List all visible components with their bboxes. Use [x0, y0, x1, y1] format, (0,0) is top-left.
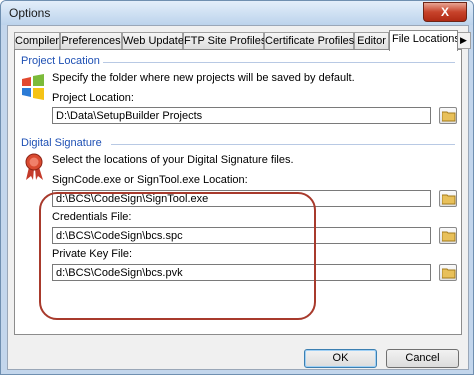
tab-web-update[interactable]: Web Update [122, 32, 184, 50]
ok-button[interactable]: OK [304, 349, 377, 368]
project-location-browse-button[interactable] [439, 107, 457, 124]
section-divider [111, 144, 455, 145]
file-locations-panel: Project Location Specify the folder wher… [14, 49, 462, 335]
credentials-file-input[interactable]: d:\BCS\CodeSign\bcs.spc [52, 227, 431, 244]
project-location-label: Project Location: [52, 92, 134, 104]
tab-ftp-site-profiles[interactable]: FTP Site Profiles [183, 32, 266, 50]
digital-signature-section-title: Digital Signature [21, 137, 102, 149]
cancel-button[interactable]: Cancel [386, 349, 459, 368]
dialog-client-area: Compiler Preferences Web Update FTP Site… [7, 25, 471, 370]
project-location-description: Specify the folder where new projects wi… [52, 72, 355, 84]
private-key-file-browse-button[interactable] [439, 264, 457, 281]
project-location-input[interactable]: D:\Data\SetupBuilder Projects [52, 107, 431, 124]
tab-strip: Compiler Preferences Web Update FTP Site… [14, 30, 471, 51]
private-key-file-input[interactable]: d:\BCS\CodeSign\bcs.pvk [52, 264, 431, 281]
project-location-section-title: Project Location [21, 55, 100, 67]
credentials-file-browse-button[interactable] [439, 227, 457, 244]
tab-file-locations[interactable]: File Locations [389, 30, 458, 51]
folder-icon [442, 231, 456, 242]
credentials-file-label: Credentials File: [52, 211, 132, 223]
options-window: Options X Compiler Preferences Web Updat… [0, 0, 474, 375]
signtool-location-browse-button[interactable] [439, 190, 457, 207]
folder-icon [442, 268, 456, 279]
tab-compiler[interactable]: Compiler [14, 32, 60, 50]
private-key-file-label: Private Key File: [52, 248, 133, 260]
title-bar[interactable]: Options X [1, 1, 473, 25]
tab-preferences[interactable]: Preferences [60, 32, 122, 50]
section-divider [103, 62, 455, 63]
windows-logo-icon [20, 74, 46, 103]
signtool-location-input[interactable]: d:\BCS\CodeSign\SignTool.exe [52, 190, 431, 207]
tab-editor[interactable]: Editor [354, 32, 389, 50]
folder-icon [442, 194, 456, 205]
tab-scroll-right-button[interactable]: ▶ [456, 32, 471, 49]
folder-icon [442, 111, 456, 122]
digital-signature-description: Select the locations of your Digital Sig… [52, 154, 294, 166]
window-title: Options [9, 6, 51, 20]
close-button[interactable]: X [423, 2, 467, 22]
tab-certificate-profiles[interactable]: Certificate Profiles [264, 32, 354, 50]
signtool-location-label: SignCode.exe or SignTool.exe Location: [52, 174, 248, 186]
ribbon-seal-icon [23, 153, 45, 184]
